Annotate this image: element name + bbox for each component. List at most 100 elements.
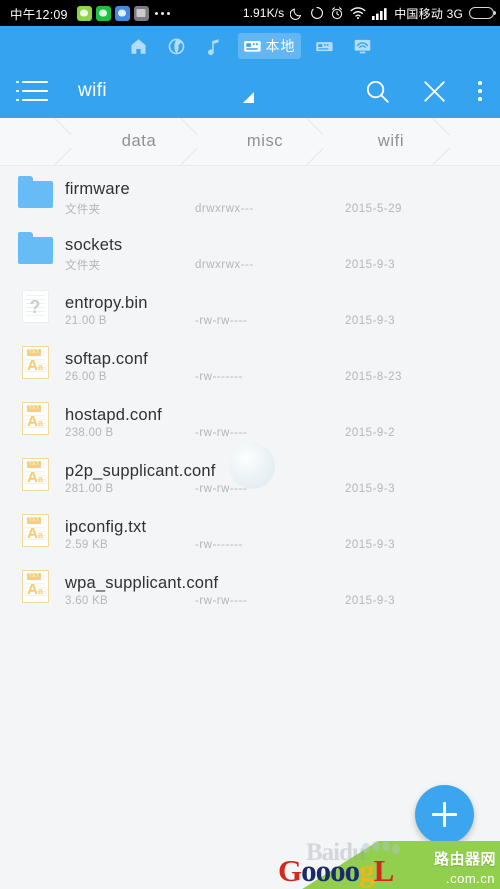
file-name: entropy.bin <box>65 293 148 312</box>
search-icon[interactable] <box>364 78 391 105</box>
breadcrumb-item-wifi[interactable]: wifi <box>328 118 454 165</box>
file-row[interactable]: ? entropy.bin 21.00 B -rw-rw---- 2015-9-3 <box>0 278 500 334</box>
network-speed-label: 1.91K/s <box>242 6 285 20</box>
file-date: 2015-9-3 <box>345 482 396 495</box>
remote-screen-icon <box>354 39 370 53</box>
file-size: 238.00 B <box>65 426 114 439</box>
file-row[interactable]: sockets 文件夹 drwxrwx--- 2015-9-3 <box>0 222 500 278</box>
file-date: 2015-9-3 <box>345 594 396 607</box>
txt-badge: TXT <box>26 572 42 580</box>
signal-bars-icon <box>372 7 387 20</box>
gallery-app-icon <box>133 5 149 21</box>
close-icon[interactable] <box>421 78 448 105</box>
file-meta: hostapd.conf 238.00 B -rw-rw---- 2015-9-2 <box>65 390 486 446</box>
text-file-icon: TXT Aa <box>21 457 49 491</box>
text-file-icon: TXT Aa <box>21 569 49 603</box>
file-row[interactable]: firmware 文件夹 drwxrwx--- 2015-5-29 <box>0 166 500 222</box>
file-permissions: -rw-rw---- <box>195 594 248 607</box>
logo-letters-oooo: oooo <box>301 853 360 888</box>
aa-glyph: Aa <box>27 468 43 486</box>
chevron-right-icon <box>433 118 455 165</box>
tab-music[interactable] <box>200 34 229 59</box>
top-tab-bar: 本地 <box>0 26 500 64</box>
phone-screen: 中午12:09 1.91K/s 中国移动 3G 本地 wifi data mis… <box>0 0 500 889</box>
site-watermark: Baidu GoooogL 路由器网 .com.cn <box>270 829 500 889</box>
file-row[interactable]: TXT Aa ipconfig.txt 2.59 KB -rw------- 2015-9… <box>0 502 500 558</box>
logo-letter-l: L <box>373 853 395 888</box>
file-subrow: 281.00 B -rw-rw---- 2015-9-3 <box>65 483 486 495</box>
list-menu-icon[interactable] <box>16 81 48 102</box>
folder-icon <box>17 231 53 264</box>
file-name: softap.conf <box>65 349 148 368</box>
file-name: p2p_supplicant.conf <box>65 461 216 480</box>
add-button[interactable] <box>415 785 474 844</box>
file-permissions: -rw-rw---- <box>195 426 248 439</box>
chevron-right-icon <box>307 118 329 165</box>
chevron-right-icon <box>55 118 77 165</box>
breadcrumb-item-root[interactable] <box>0 118 76 165</box>
file-permissions: -rw------- <box>195 538 243 551</box>
app-header: 本地 wifi <box>0 26 500 118</box>
device-secondary-icon <box>315 41 333 51</box>
wechat-icon <box>95 5 111 21</box>
watermark-site-name: 路由器网 <box>433 851 496 868</box>
file-name: hostapd.conf <box>65 405 162 424</box>
tab-local-label: 本地 <box>265 38 296 54</box>
file-row[interactable]: TXT Aa hostapd.conf 238.00 B -rw-rw---- 2015-… <box>0 390 500 446</box>
tab-device-secondary[interactable] <box>310 34 339 59</box>
cloud-app-icon <box>114 5 130 21</box>
file-permissions: -rw-rw---- <box>195 314 248 327</box>
file-subrow: 3.60 KB -rw-rw---- 2015-9-3 <box>65 595 486 607</box>
file-meta: wpa_supplicant.conf 3.60 KB -rw-rw---- 2015… <box>65 558 486 614</box>
carrier-label: 中国移动 3G <box>394 5 463 22</box>
file-permissions: drwxrwx--- <box>195 202 254 215</box>
aa-glyph: Aa <box>27 412 43 430</box>
alarm-clock-icon <box>332 7 343 20</box>
aa-glyph: Aa <box>27 524 43 542</box>
watermark-baidu-text: Baidu <box>306 839 366 866</box>
file-size: 2.59 KB <box>65 538 109 551</box>
file-permissions: drwxrwx--- <box>195 258 254 271</box>
file-subrow: 文件夹 drwxrwx--- 2015-5-29 <box>65 201 486 217</box>
breadcrumb-item-label: data <box>121 132 157 150</box>
folder-icon <box>17 175 53 208</box>
file-name: ipconfig.txt <box>65 517 147 536</box>
tab-remote-screen[interactable] <box>348 34 377 59</box>
file-meta: sockets 文件夹 drwxrwx--- 2015-9-3 <box>65 222 486 278</box>
file-subrow: 26.00 B -rw------- 2015-8-23 <box>65 371 486 383</box>
watermark-domain: .com.cn <box>445 871 495 886</box>
folder-icon-wrap <box>14 229 56 271</box>
text-file-icon-wrap: TXT Aa <box>14 453 56 495</box>
home-icon <box>130 38 146 54</box>
file-meta: firmware 文件夹 drwxrwx--- 2015-5-29 <box>65 166 486 222</box>
music-note-icon <box>207 38 218 55</box>
file-date: 2015-9-2 <box>345 426 396 439</box>
file-permissions: -rw-rw---- <box>195 482 248 495</box>
file-name: wpa_supplicant.conf <box>65 573 219 592</box>
device-icon <box>243 40 261 52</box>
wifi-icon <box>350 7 366 19</box>
file-size: 文件夹 <box>65 203 101 216</box>
file-row[interactable]: TXT Aa wpa_supplicant.conf 3.60 KB -rw-rw---… <box>0 558 500 614</box>
green-app-icon <box>76 5 92 21</box>
file-meta: ipconfig.txt 2.59 KB -rw------- 2015-9-3 <box>65 502 486 558</box>
overflow-menu-icon[interactable] <box>478 81 482 101</box>
tab-home[interactable] <box>124 34 153 59</box>
breadcrumb-item-data[interactable]: data <box>76 118 202 165</box>
triangle-marker-icon <box>243 92 254 103</box>
breadcrumb: data misc wifi <box>0 118 500 166</box>
file-size: 21.00 B <box>65 314 107 327</box>
file-size: 26.00 B <box>65 370 107 383</box>
question-mark-icon: ? <box>29 296 41 317</box>
tab-local[interactable]: 本地 <box>237 33 301 59</box>
file-name: sockets <box>65 235 123 254</box>
file-date: 2015-9-3 <box>345 258 396 271</box>
file-row[interactable]: TXT Aa softap.conf 26.00 B -rw------- 2015-8-… <box>0 334 500 390</box>
file-date: 2015-5-29 <box>345 202 402 215</box>
breadcrumb-item-misc[interactable]: misc <box>202 118 328 165</box>
tab-web[interactable] <box>162 34 191 59</box>
watermark-banner <box>302 841 500 889</box>
txt-badge: TXT <box>26 404 42 412</box>
aa-glyph: Aa <box>27 356 43 374</box>
file-row[interactable]: TXT Aa p2p_supplicant.conf 281.00 B -rw-rw--… <box>0 446 500 502</box>
